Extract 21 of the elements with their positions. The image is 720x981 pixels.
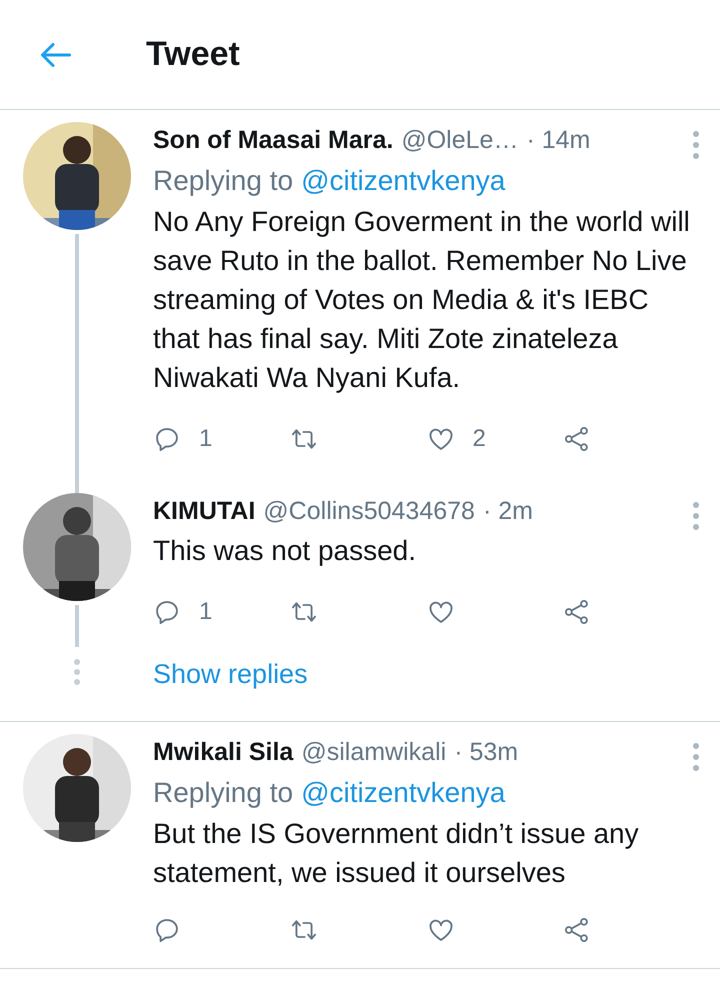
reply-icon[interactable] bbox=[153, 598, 181, 626]
action-count: 1 bbox=[199, 424, 212, 454]
tweet-time: · 2m bbox=[482, 496, 533, 527]
tweet-text: But the IS Government didn’t issue any statement, we issued it ourselves bbox=[153, 816, 640, 890]
author-handle: @Collins50434678 bbox=[263, 496, 475, 527]
tweet-text: This was not passed. bbox=[153, 534, 418, 568]
more-thread-icon bbox=[74, 658, 80, 684]
author-handle: @OleLe… bbox=[401, 125, 518, 156]
reply-icon[interactable] bbox=[153, 425, 181, 453]
tweet-time: · 14m bbox=[526, 125, 590, 156]
author-name[interactable]: KIMUTAI bbox=[153, 493, 256, 530]
tweet-text: No Any Foreign Goverment in the world will save Ruto in the ballot. Remember No Live streaming of Votes on Media & it's IEBC that has final say. Miti Zote zinateleza Niwakati Wa Nyani Kufa. bbox=[153, 205, 691, 395]
tweet-time: · 53m bbox=[454, 736, 518, 768]
action-count: 1 bbox=[199, 597, 212, 627]
action-count: 2 bbox=[472, 424, 486, 454]
page-title: Tweet bbox=[146, 34, 240, 75]
author-name[interactable]: Son of Maasai Mara. bbox=[153, 122, 394, 160]
author-name[interactable]: Mwikali Sila bbox=[153, 734, 294, 771]
replying-label: Replying to bbox=[153, 776, 294, 810]
author-handle: @silamwikali bbox=[301, 736, 446, 768]
replying-label: Replying to bbox=[153, 164, 294, 198]
